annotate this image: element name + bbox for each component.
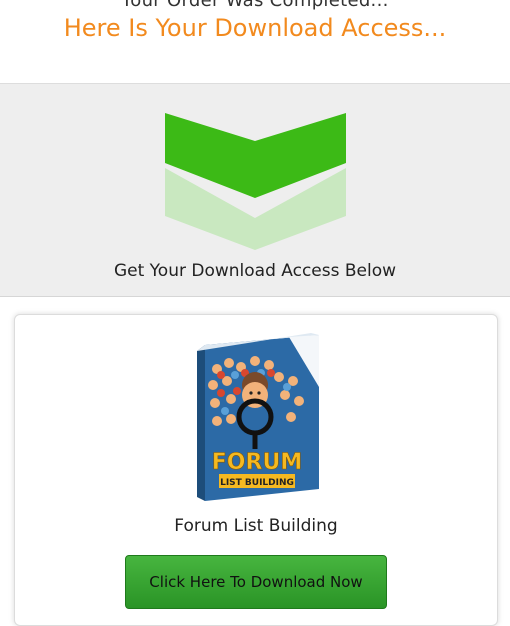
top-header: Your Order Was Completed... Here Is Your… xyxy=(0,0,510,84)
ebook-cover-image: FORUM LIST BUILDING xyxy=(197,333,319,501)
cover-title-main: FORUM xyxy=(212,450,302,475)
cover-title-sub: LIST BUILDING xyxy=(220,478,294,488)
page-headline: Here Is Your Download Access... xyxy=(63,14,447,42)
product-card: FORUM LIST BUILDING Forum List Building … xyxy=(14,314,498,626)
download-button[interactable]: Click Here To Download Now xyxy=(125,555,387,609)
download-banner: Get Your Download Access Below xyxy=(0,84,510,297)
banner-text: Get Your Download Access Below xyxy=(113,261,397,281)
order-complete-text: Your Order Was Completed... xyxy=(121,0,389,11)
product-title: Forum List Building xyxy=(174,516,338,536)
chevron-down-icon xyxy=(165,113,346,250)
